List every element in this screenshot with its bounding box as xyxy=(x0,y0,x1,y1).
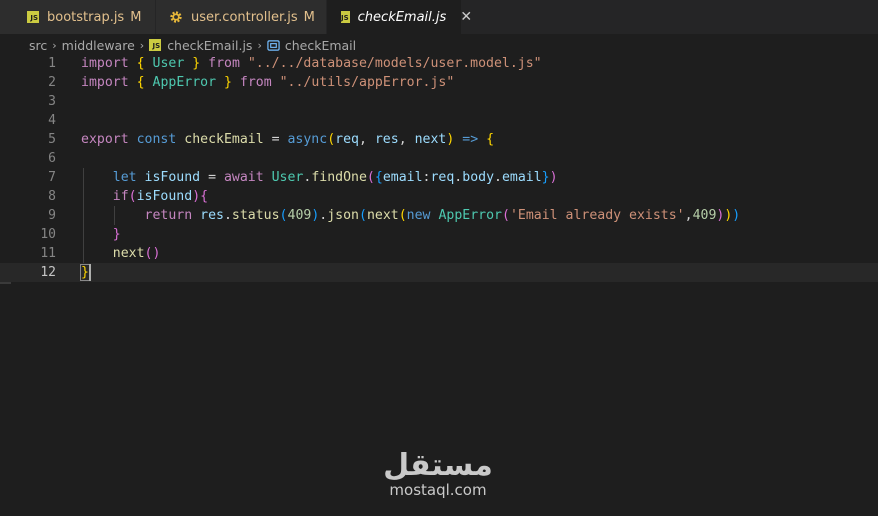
watermark-url: mostaql.com xyxy=(389,481,487,499)
chevron-right-icon: › xyxy=(139,38,145,52)
breadcrumb-item-file[interactable]: checkEmail.js xyxy=(167,38,252,53)
breadcrumb-item-symbol[interactable]: checkEmail xyxy=(285,38,356,53)
tab-label: bootstrap.js xyxy=(47,9,125,25)
breadcrumb-item-src[interactable]: src xyxy=(29,38,47,53)
chevron-right-icon: › xyxy=(52,38,57,52)
code-line[interactable]: return res.status(409).json(next(new App… xyxy=(81,206,741,225)
line-number: 2 xyxy=(48,75,56,90)
watermark-logo: مستقل xyxy=(383,448,493,483)
code-editor[interactable]: 1 2 3 4 5 6 7 8 9 10 11 12 import { User… xyxy=(0,54,878,516)
code-line[interactable]: import { AppError } from "../utils/appEr… xyxy=(81,73,454,92)
line-number: 4 xyxy=(48,113,56,128)
code-line[interactable]: next() xyxy=(81,244,161,263)
tab-label: user.controller.js xyxy=(191,9,298,25)
tab-label: checkEmail.js xyxy=(357,9,447,25)
line-number: 8 xyxy=(48,189,56,204)
code-line[interactable]: } xyxy=(81,225,121,244)
tab-bar: JS bootstrap.js M user.controller.js M J… xyxy=(0,0,878,34)
tab-bootstrap-js[interactable]: JS bootstrap.js M xyxy=(0,0,156,34)
js-file-icon: JS xyxy=(341,11,350,23)
code-line[interactable]: } xyxy=(80,263,90,282)
breadcrumb: src › middleware › JS checkEmail.js › ch… xyxy=(0,34,878,56)
js-file-icon: JS xyxy=(149,39,162,51)
code-line[interactable]: if(isFound){ xyxy=(81,187,208,206)
line-number-current: 12 xyxy=(40,265,56,280)
current-line-highlight xyxy=(0,263,878,282)
breadcrumb-item-middleware[interactable]: middleware xyxy=(62,38,135,53)
line-number: 7 xyxy=(48,170,56,185)
line-number: 11 xyxy=(40,246,56,261)
code-line[interactable]: import { User } from "../../database/mod… xyxy=(81,54,542,73)
line-number: 10 xyxy=(40,227,56,242)
line-number: 3 xyxy=(48,94,56,109)
js-file-icon: JS xyxy=(27,11,39,23)
gear-icon xyxy=(170,11,182,23)
line-number: 5 xyxy=(48,132,56,147)
line-number: 6 xyxy=(48,151,56,166)
tab-checkemail-js[interactable]: JS checkEmail.js ✕ xyxy=(327,0,472,34)
modified-indicator: M xyxy=(130,9,142,25)
close-icon[interactable]: ✕ xyxy=(460,9,472,25)
line-number: 1 xyxy=(48,56,56,71)
mostaql-watermark: مستقل mostaql.com xyxy=(383,448,493,499)
text-cursor xyxy=(89,264,91,281)
tab-user-controller-js[interactable]: user.controller.js M xyxy=(156,0,327,34)
code-line[interactable]: export const checkEmail = async(req, res… xyxy=(81,130,494,149)
symbol-variable-icon xyxy=(267,39,280,51)
chevron-right-icon: › xyxy=(257,38,262,52)
code-line[interactable]: let isFound = await User.findOne({email:… xyxy=(81,168,558,187)
line-number: 9 xyxy=(48,208,56,223)
modified-indicator: M xyxy=(303,9,315,25)
